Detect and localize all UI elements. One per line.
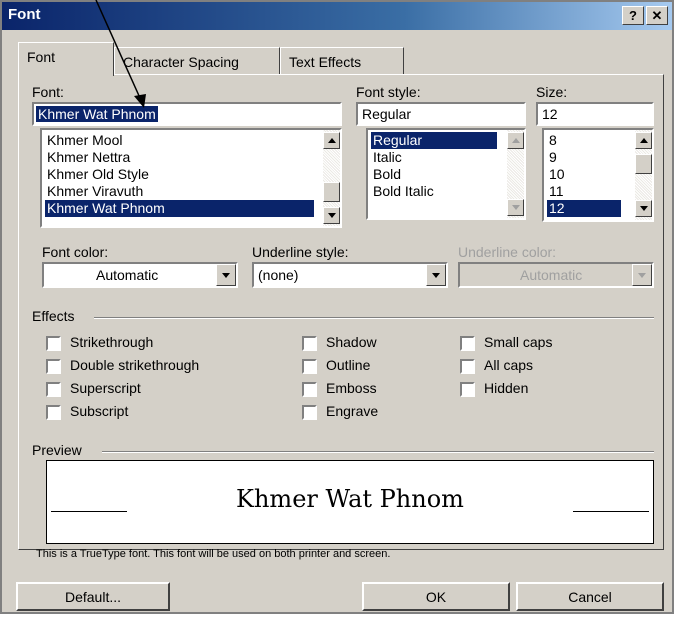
tab-font[interactable]: Font bbox=[18, 42, 114, 76]
annotation-arrow bbox=[95, 0, 146, 108]
tab-font-label: Font bbox=[27, 49, 56, 65]
